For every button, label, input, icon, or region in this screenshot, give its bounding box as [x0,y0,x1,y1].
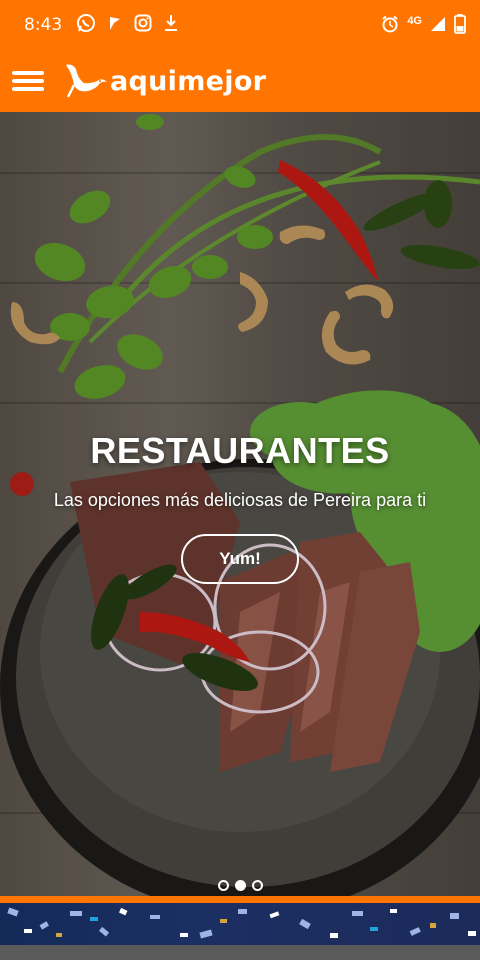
brand-name: aquimejor [110,65,267,97]
instagram-icon [134,14,152,37]
battery-icon [454,13,466,37]
status-bar: 8:43 4G [0,0,480,50]
network-label: 4G [407,15,422,27]
carousel-dot-1[interactable] [217,880,229,891]
signal-icon [430,16,446,35]
flag-icon [108,15,122,36]
promo-banner[interactable] [0,903,480,945]
bird-logo-icon [62,59,108,104]
system-navigation-bar [0,945,480,960]
carousel-dot-2[interactable] [234,880,246,891]
menu-icon[interactable] [12,68,44,94]
whatsapp-icon [76,13,96,38]
hero-title: RESTAURANTES [90,430,390,471]
confetti-image [7,907,476,939]
carousel-indicators [0,880,480,891]
carousel-dot-3[interactable] [251,880,263,891]
status-left-icons [76,13,178,38]
section-divider [0,896,480,903]
hero-carousel[interactable]: RESTAURANTES Las opciones más deliciosas… [0,112,480,896]
alarm-icon [381,15,399,36]
hero-subtitle: Las opciones más deliciosas de Pereira p… [53,490,427,510]
status-right-icons: 4G [381,13,466,37]
yum-button[interactable]: Yum! [181,534,299,584]
brand-logo[interactable]: aquimejor [62,59,266,104]
download-icon [164,14,178,37]
status-time: 8:43 [24,15,63,35]
app-bar: aquimejor [0,50,480,112]
